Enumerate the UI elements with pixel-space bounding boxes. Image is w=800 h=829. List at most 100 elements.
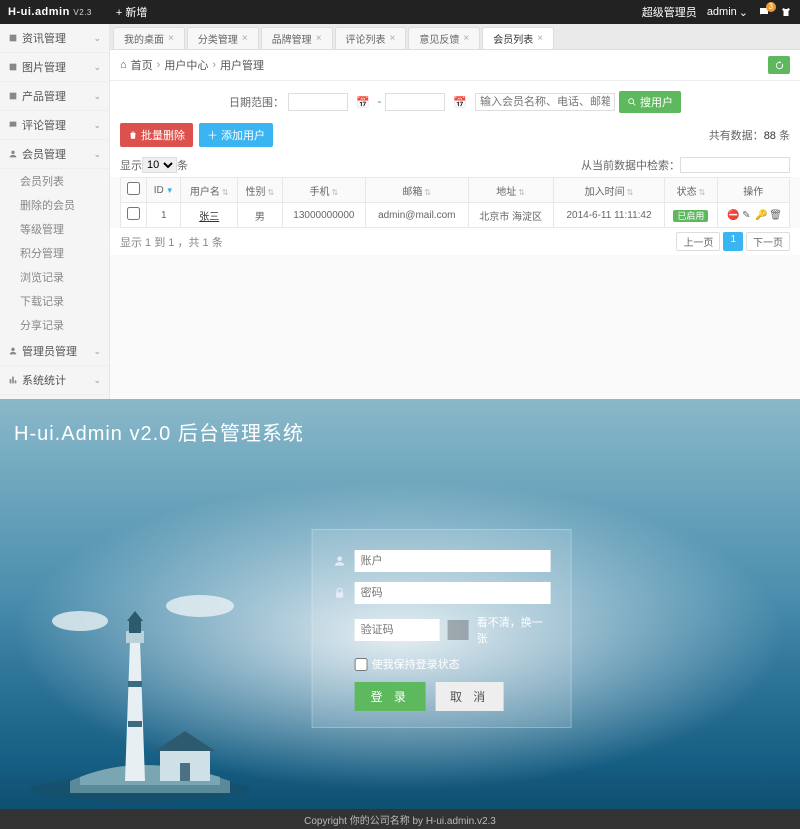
breadcrumb: ⌂ 首页 › 用户中心 › 用户管理 [110,50,800,81]
topbar: H-ui.admin V2.3 + 新增 超级管理员 admin ⌄ 3 [0,0,800,24]
sidebar-sub-member-list[interactable]: 会员列表 [0,169,109,193]
lighthouse-illustration [30,551,260,801]
sidebar-sub-share[interactable]: 分享记录 [0,313,109,337]
password-input[interactable] [355,582,551,604]
remember-checkbox[interactable] [355,658,368,671]
username-field [333,550,551,572]
close-icon[interactable]: × [463,33,469,44]
tabbar: 我的桌面× 分类管理× 品牌管理× 评论列表× 意见反馈× 会员列表× [110,24,800,50]
th-name[interactable]: 用户名⇅ [181,178,238,203]
batch-delete-button[interactable]: 批量删除 [120,123,193,147]
sidebar-item-members[interactable]: 会员管理⌄ [0,140,109,169]
calendar-icon[interactable]: 📅 [449,96,471,109]
remember-row[interactable]: 使我保持登录状态 [355,656,551,672]
close-icon[interactable]: × [242,33,248,44]
user-menu[interactable]: admin ⌄ [707,6,748,19]
role-label: 超级管理员 [642,4,697,20]
cancel-button[interactable]: 取 消 [436,682,503,711]
brand: H-ui.admin V2.3 [8,6,92,18]
user-name: admin [707,6,737,18]
chevron-down-icon: ⌄ [93,120,101,131]
cell-sex: 男 [238,203,283,228]
cell-join: 2014-6-11 11:11:42 [553,203,665,228]
th-id[interactable]: ID▼ [147,178,181,203]
cell-name-link[interactable]: 张三 [199,212,219,223]
tab-comments[interactable]: 评论列表× [335,27,407,49]
refresh-captcha-link[interactable]: 看不清，换一张 [477,614,551,646]
sidebar-item-pictures[interactable]: 图片管理⌄ [0,53,109,82]
cell-mail: admin@mail.com [366,203,469,228]
th-status[interactable]: 状态⇅ [665,178,717,203]
password-field [333,582,551,604]
skin-icon[interactable] [780,6,792,18]
op-edit-icon[interactable]: ✎ [741,210,751,220]
sidebar-item-products[interactable]: 产品管理⌄ [0,82,109,111]
date-dash: - [378,96,382,108]
captcha-image[interactable] [448,620,469,640]
add-new-menu[interactable]: + 新增 [116,4,147,20]
sidebar-sub-browse[interactable]: 浏览记录 [0,265,109,289]
crumb-home[interactable]: 首页 [131,57,153,73]
date-from-input[interactable] [288,93,348,111]
th-mail[interactable]: 邮箱⇅ [366,178,469,203]
search-user-button[interactable]: 搜用户 [619,91,681,113]
crumb-usermanage: 用户管理 [220,57,264,73]
summary-text: 显示 1 到 1 ，共 1 条 [120,234,223,250]
login-button[interactable]: 登 录 [355,682,426,711]
mini-search-input[interactable] [680,157,790,173]
sidebar-item-news[interactable]: 资讯管理⌄ [0,24,109,53]
sidebar-sub-points[interactable]: 积分管理 [0,241,109,265]
captcha-row: 看不清，换一张 [355,614,551,646]
user-table: ID▼ 用户名⇅ 性别⇅ 手机⇅ 邮箱⇅ 地址⇅ 加入时间⇅ 状态⇅ 操作 1 [120,177,790,228]
crumb-usercenter[interactable]: 用户中心 [164,57,208,73]
calendar-icon[interactable]: 📅 [352,96,374,109]
main-area: 我的桌面× 分类管理× 品牌管理× 评论列表× 意见反馈× 会员列表× ⌂ 首页… [110,24,800,399]
th-sex[interactable]: 性别⇅ [238,178,283,203]
sort-icon: ⇅ [268,188,275,197]
pager-page-1[interactable]: 1 [723,232,743,251]
th-join[interactable]: 加入时间⇅ [553,178,665,203]
op-pwd-icon[interactable]: 🔑 [755,210,765,220]
show-suffix: 条 [177,157,188,173]
close-icon[interactable]: × [390,33,396,44]
tab-brand[interactable]: 品牌管理× [261,27,333,49]
sidebar-sub-download[interactable]: 下载记录 [0,289,109,313]
date-label: 日期范围： [229,94,284,110]
row-check[interactable] [127,207,140,220]
sidebar-item-stats[interactable]: 系统统计⌄ [0,366,109,395]
username-input[interactable] [355,550,551,572]
add-user-button[interactable]: ＋ 添加用户 [199,123,273,147]
cell-id: 1 [147,203,181,228]
sidebar-sub-deleted[interactable]: 删除的会员 [0,193,109,217]
refresh-button[interactable] [768,56,790,74]
page-size-select[interactable]: 10 [142,157,177,173]
sort-icon: ⇅ [424,188,431,197]
tab-feedback[interactable]: 意见反馈× [408,27,480,49]
keyword-input[interactable] [475,93,615,111]
check-all[interactable] [127,182,140,195]
tab-desktop[interactable]: 我的桌面× [113,27,185,49]
captcha-input[interactable] [355,619,440,641]
close-icon[interactable]: × [537,33,543,44]
tab-category[interactable]: 分类管理× [187,27,259,49]
pager-prev[interactable]: 上一页 [676,232,720,251]
pager-next[interactable]: 下一页 [746,232,790,251]
lock-icon [333,586,347,600]
filter-bar: 日期范围： 📅 - 📅 搜用户 [110,81,800,123]
op-delete-icon[interactable]: 🗑 [769,210,779,220]
login-title: H-ui.Admin v2.0 后台管理系统 [14,417,304,446]
sidebar-item-admins[interactable]: 管理员管理⌄ [0,337,109,366]
close-icon[interactable]: × [168,33,174,44]
action-bar: 批量删除 ＋ 添加用户 共有数据：88 条 [110,123,800,153]
tab-members[interactable]: 会员列表× [482,27,554,49]
th-addr[interactable]: 地址⇅ [468,178,553,203]
messages-icon[interactable]: 3 [758,6,770,18]
home-icon: ⌂ [120,59,127,71]
sidebar-sub-level[interactable]: 等级管理 [0,217,109,241]
brand-version: V2.3 [73,8,91,17]
close-icon[interactable]: × [316,33,322,44]
op-disable-icon[interactable]: ⛔ [727,210,737,220]
sidebar-item-comments[interactable]: 评论管理⌄ [0,111,109,140]
date-to-input[interactable] [385,93,445,111]
th-phone[interactable]: 手机⇅ [282,178,365,203]
